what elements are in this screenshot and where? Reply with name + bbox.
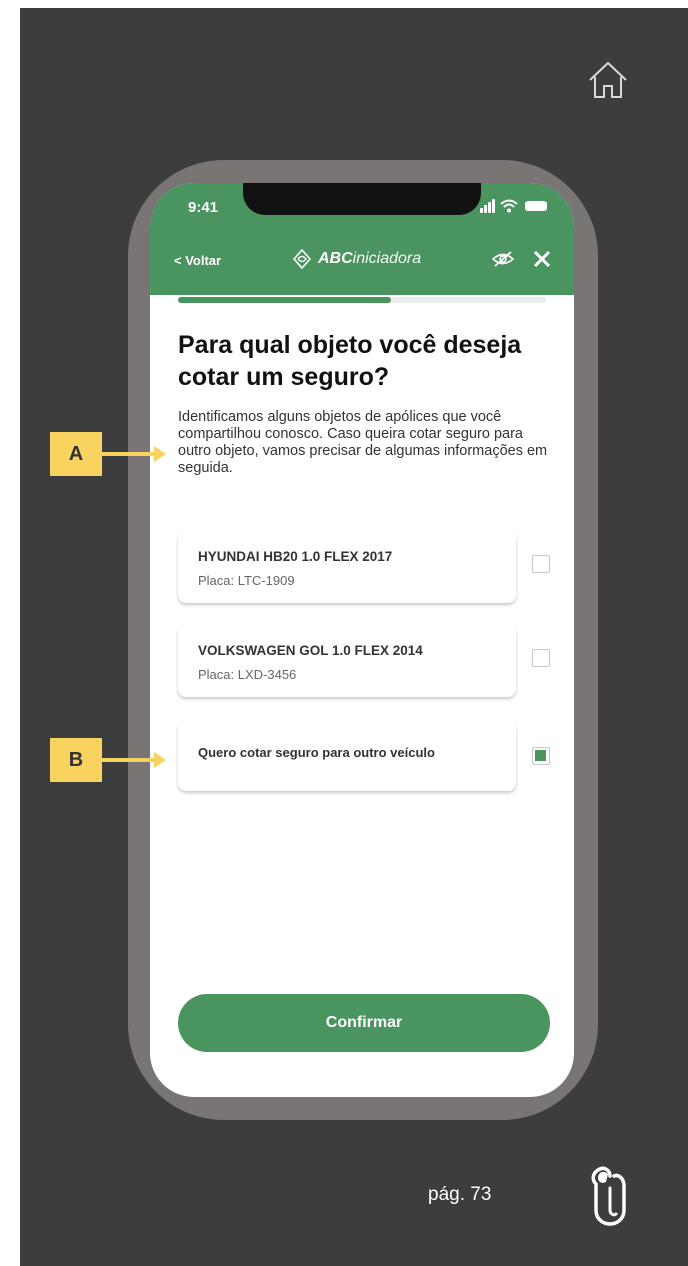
option-title: HYUNDAI HB20 1.0 FLEX 2017 xyxy=(198,549,393,564)
annotation-arrowhead xyxy=(154,446,166,462)
option-checkbox[interactable] xyxy=(532,747,550,765)
signal-icon xyxy=(484,205,487,213)
annotation-marker-a: A xyxy=(50,432,102,476)
option-card[interactable]: HYUNDAI HB20 1.0 FLEX 2017 Placa: LTC-19… xyxy=(178,531,516,603)
option-checkbox[interactable] xyxy=(532,649,550,667)
option-card[interactable]: Quero cotar seguro para outro veículo xyxy=(178,721,516,791)
option-checkbox[interactable] xyxy=(532,555,550,573)
app-header: 9:41 < Voltar ABCiniciadora xyxy=(150,183,574,295)
option-subtitle: Placa: LTC-1909 xyxy=(198,573,295,588)
status-time: 9:41 xyxy=(188,199,219,216)
phone-screen: 9:41 < Voltar ABCiniciadora Para qual ob… xyxy=(150,183,574,1097)
back-button[interactable]: < Voltar xyxy=(174,253,221,268)
signal-icon xyxy=(480,208,483,213)
option-subtitle: Placa: LXD-3456 xyxy=(198,667,297,682)
wifi-icon xyxy=(500,199,518,213)
option-title: VOLKSWAGEN GOL 1.0 FLEX 2014 xyxy=(198,643,423,658)
page-description: Identificamos alguns objetos de apólices… xyxy=(178,409,548,476)
progress-bar xyxy=(178,297,546,303)
battery-icon xyxy=(525,201,547,211)
page-number: pág. 73 xyxy=(428,1184,492,1205)
signal-icon xyxy=(492,199,495,213)
status-icons xyxy=(480,197,560,215)
brand-name-bold: ABC xyxy=(318,250,353,267)
page-title: Para qual objeto você deseja cotar um se… xyxy=(178,331,522,391)
confirm-button[interactable]: Confirmar xyxy=(178,994,550,1052)
close-icon[interactable] xyxy=(532,249,552,269)
signal-icon xyxy=(488,202,491,213)
annotation-arrowhead xyxy=(154,752,166,768)
phone-notch xyxy=(243,183,481,215)
annotation-arrow xyxy=(102,758,154,762)
home-icon[interactable] xyxy=(586,58,630,102)
annotation-arrow xyxy=(102,452,154,456)
option-card[interactable]: VOLKSWAGEN GOL 1.0 FLEX 2014 Placa: LXD-… xyxy=(178,625,516,697)
eye-off-icon[interactable] xyxy=(492,251,514,267)
brand-logo: ABCiniciadora xyxy=(292,249,421,269)
brand-name-light: iniciadora xyxy=(352,250,422,267)
paperclip-icon xyxy=(591,1166,626,1226)
shield-logo-icon xyxy=(292,249,312,269)
annotation-marker-b: B xyxy=(50,738,102,782)
progress-fill xyxy=(178,297,392,303)
option-title: Quero cotar seguro para outro veículo xyxy=(198,745,435,760)
